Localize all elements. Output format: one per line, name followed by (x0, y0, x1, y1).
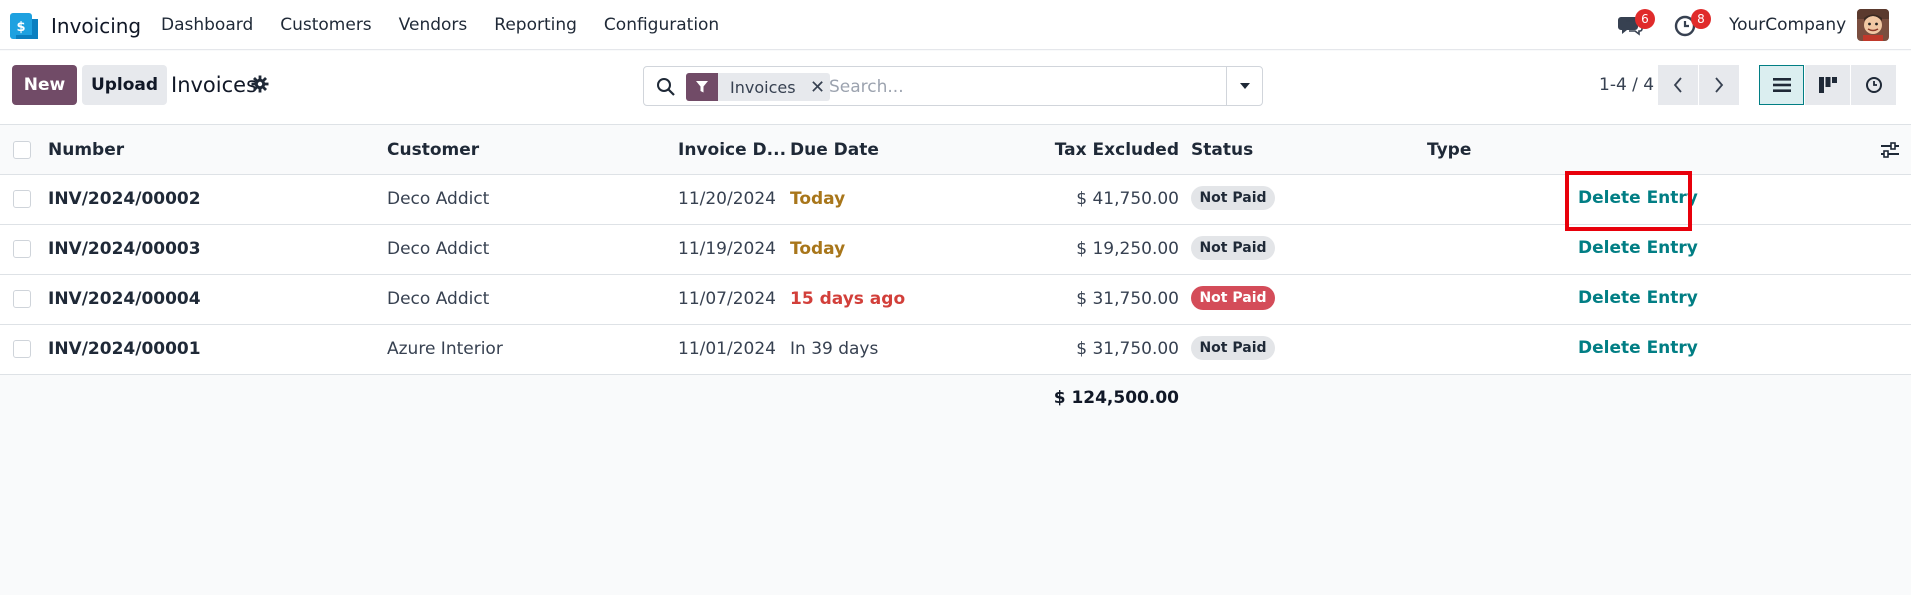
clock-icon (1865, 77, 1882, 93)
company-switcher[interactable]: YourCompany (1729, 15, 1846, 35)
column-invoice-date[interactable]: Invoice D... (678, 140, 786, 160)
status-badge: Not Paid (1191, 336, 1275, 360)
activity-view-button[interactable] (1851, 65, 1896, 105)
user-avatar[interactable] (1857, 9, 1889, 41)
invoice-due-date: 15 days ago (790, 289, 906, 309)
invoice-date: 11/19/2024 (678, 239, 776, 259)
column-type[interactable]: Type (1427, 140, 1471, 160)
kanban-view-button[interactable] (1805, 65, 1850, 105)
caret-down-icon (1239, 83, 1250, 89)
messages-button[interactable]: 6 (1617, 9, 1655, 37)
chevron-right-icon (1715, 77, 1724, 93)
menu-vendors[interactable]: Vendors (399, 15, 468, 35)
menu-reporting[interactable]: Reporting (494, 15, 577, 35)
upload-button[interactable]: Upload (82, 65, 167, 105)
menu-dashboard[interactable]: Dashboard (161, 15, 253, 35)
row-checkbox[interactable] (13, 240, 31, 258)
kanban-icon (1818, 77, 1837, 93)
menu-customers[interactable]: Customers (280, 15, 371, 35)
menu-configuration[interactable]: Configuration (604, 15, 719, 35)
tax-excluded-total: $ 124,500.00 (1053, 388, 1179, 408)
invoice-due-date: Today (790, 189, 846, 209)
invoicing-app-icon[interactable]: $ (10, 13, 38, 39)
delete-entry-button[interactable]: Delete Entry (1578, 288, 1698, 308)
search-bar: Invoices ✕ (643, 66, 1263, 106)
status-badge: Not Paid (1191, 286, 1275, 310)
search-icon[interactable] (656, 77, 676, 97)
activities-button[interactable]: 8 (1673, 9, 1711, 37)
invoice-tax-excluded: $ 19,250.00 (1076, 239, 1179, 259)
invoice-number: INV/2024/00003 (48, 239, 201, 259)
invoice-due-date: Today (790, 239, 846, 259)
top-navbar: $ Invoicing Dashboard Customers Vendors … (0, 0, 1911, 50)
column-due-date[interactable]: Due Date (790, 140, 879, 160)
messages-count-badge: 6 (1635, 9, 1655, 29)
invoice-customer: Deco Addict (387, 239, 490, 259)
invoice-customer: Deco Addict (387, 289, 490, 309)
invoice-due-date: In 39 days (790, 339, 879, 359)
facet-label: Invoices (730, 77, 796, 97)
app-name[interactable]: Invoicing (51, 14, 141, 38)
invoice-customer: Azure Interior (387, 339, 503, 359)
column-customer[interactable]: Customer (387, 140, 479, 160)
invoice-list: Number Customer Invoice D... Due Date Ta… (0, 126, 1911, 375)
invoice-tax-excluded: $ 31,750.00 (1076, 339, 1179, 359)
invoice-customer: Deco Addict (387, 189, 490, 209)
column-tax-excluded[interactable]: Tax Excluded (1055, 140, 1179, 160)
table-header: Number Customer Invoice D... Due Date Ta… (0, 126, 1911, 175)
search-facet: Invoices ✕ (686, 73, 830, 101)
column-status[interactable]: Status (1191, 140, 1253, 160)
invoice-date: 11/20/2024 (678, 189, 776, 209)
activities-count-badge: 8 (1691, 9, 1711, 29)
table-row[interactable]: INV/2024/00001 Azure Interior 11/01/2024… (0, 325, 1911, 375)
invoice-number: INV/2024/00001 (48, 339, 201, 359)
search-options-toggle[interactable] (1226, 67, 1262, 105)
delete-entry-button[interactable]: Delete Entry (1578, 238, 1698, 258)
column-number[interactable]: Number (48, 140, 124, 160)
search-input[interactable] (829, 74, 1209, 100)
user-avatar-image (1857, 9, 1889, 41)
filter-icon (686, 73, 718, 101)
invoice-tax-excluded: $ 41,750.00 (1076, 189, 1179, 209)
chevron-left-icon (1673, 77, 1682, 93)
pager-value[interactable]: 1-4 / 4 (1599, 75, 1654, 95)
status-badge: Not Paid (1191, 236, 1275, 260)
invoice-date: 11/07/2024 (678, 289, 776, 309)
page-title: Invoices (171, 73, 258, 97)
table-row[interactable]: INV/2024/00004 Deco Addict 11/07/2024 15… (0, 275, 1911, 325)
invoice-date: 11/01/2024 (678, 339, 776, 359)
optional-columns-icon[interactable] (1880, 141, 1900, 159)
highlight-box (1565, 171, 1692, 231)
invoice-tax-excluded: $ 31,750.00 (1076, 289, 1179, 309)
pager-next-button[interactable] (1699, 65, 1739, 105)
status-badge: Not Paid (1191, 186, 1275, 210)
main-menu: Dashboard Customers Vendors Reporting Co… (161, 15, 746, 35)
list-footer-area (0, 376, 1911, 595)
table-row[interactable]: INV/2024/00003 Deco Addict 11/19/2024 To… (0, 225, 1911, 275)
select-all-checkbox[interactable] (13, 141, 31, 159)
row-checkbox[interactable] (13, 290, 31, 308)
facet-remove-icon[interactable]: ✕ (806, 73, 830, 101)
list-icon (1772, 78, 1791, 92)
invoice-number: INV/2024/00002 (48, 189, 201, 209)
row-checkbox[interactable] (13, 340, 31, 358)
svg-text:$: $ (16, 20, 25, 35)
row-checkbox[interactable] (13, 190, 31, 208)
control-panel: New Upload Invoices Invoices ✕ Search...… (0, 51, 1911, 125)
delete-entry-button[interactable]: Delete Entry (1578, 338, 1698, 358)
new-button[interactable]: New (12, 65, 77, 105)
pager-previous-button[interactable] (1658, 65, 1698, 105)
invoice-number: INV/2024/00004 (48, 289, 201, 309)
gear-icon[interactable] (251, 75, 269, 93)
list-view-button[interactable] (1759, 65, 1804, 105)
